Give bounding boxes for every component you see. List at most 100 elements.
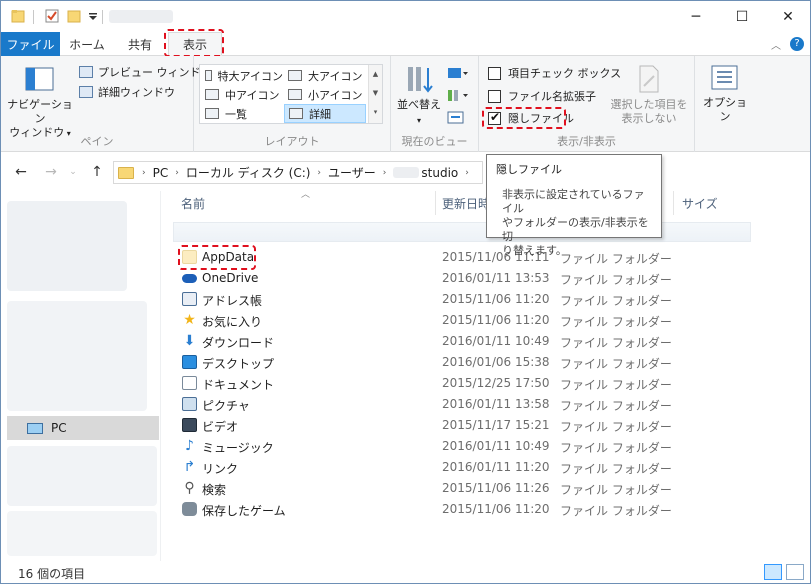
layout-details[interactable]: 詳細 [284, 104, 366, 123]
nav-items-blurred [7, 301, 147, 411]
breadcrumb-separator[interactable]: › [383, 168, 387, 178]
download-arrow-icon: ⬇ [183, 333, 196, 349]
column-divider[interactable] [435, 191, 436, 215]
explorer-window: ─ ☐ ✕ ファイル ホーム 共有 表示 ︿ ? ナビゲーション ウィンドウ ▾… [0, 0, 811, 584]
breadcrumb-user-blurred [393, 167, 420, 178]
file-extensions-label: ファイル名拡張子 [508, 90, 596, 103]
breadcrumb-separator[interactable]: › [465, 168, 469, 178]
minimize-button[interactable]: ─ [673, 1, 719, 32]
forward-arrow-icon[interactable]: → [41, 162, 61, 182]
breadcrumb-user[interactable]: studio [421, 166, 458, 180]
nav-item-pc[interactable]: PC [7, 416, 159, 440]
item-checkboxes-checkbox[interactable] [488, 66, 501, 80]
file-extensions-toggle[interactable]: ファイル名拡張子 [488, 87, 596, 105]
separator [102, 10, 103, 24]
breadcrumb-separator[interactable]: › [142, 168, 146, 178]
medium-icons-icon [205, 89, 219, 100]
file-name: ダウンロード [202, 336, 275, 350]
details-view-toggle-icon[interactable] [764, 564, 782, 580]
sort-by-button[interactable]: 並べ替え ▾ [397, 64, 441, 128]
options-button[interactable]: オプション [698, 64, 752, 124]
layout-item-label: 一覧 [225, 107, 247, 121]
layout-small-icons[interactable]: 小アイコン [284, 85, 366, 104]
documents-icon [182, 376, 197, 390]
breadcrumb-separator[interactable]: › [317, 168, 321, 178]
recent-locations-chevron-icon[interactable]: ⌄ [63, 162, 83, 182]
hidden-items-toggle[interactable]: 隠しファイル [488, 109, 574, 127]
file-row[interactable]: ↱ リンク 2016/01/11 11:20 ファイル フォルダー [173, 457, 672, 478]
group-by-icon[interactable] [447, 66, 469, 82]
navigation-pane-button[interactable]: ナビゲーション ウィンドウ ▾ [7, 66, 73, 141]
close-button[interactable]: ✕ [765, 1, 811, 32]
column-header-modified[interactable]: 更新日時 [442, 191, 487, 215]
new-folder-icon[interactable] [67, 9, 81, 23]
file-row[interactable]: ⚲ 検索 2015/11/06 11:26 ファイル フォルダー [173, 478, 671, 499]
column-header-size[interactable]: サイズ [682, 191, 742, 215]
group-header-blurred [173, 222, 751, 242]
separator [33, 10, 34, 24]
maximize-button[interactable]: ☐ [719, 1, 765, 32]
customize-dropdown-icon[interactable] [88, 9, 98, 23]
file-row[interactable]: ⬇ ダウンロード 2016/01/11 10:49 ファイル フォルダー [173, 331, 672, 352]
breadcrumb-local-disk[interactable]: ローカル ディスク (C:) [186, 164, 311, 181]
hide-selected-label: 選択した項目を [610, 98, 688, 111]
file-name: ビデオ [202, 420, 239, 434]
size-columns-icon[interactable] [447, 110, 465, 126]
column-divider[interactable] [673, 191, 674, 215]
tooltip-body-line: 非表示に設定されているファイル [502, 188, 645, 215]
file-row[interactable]: ピクチャ 2016/01/11 13:58 ファイル フォルダー [173, 394, 672, 415]
layout-item-label: 中アイコン [225, 88, 280, 102]
folder-icon[interactable] [11, 9, 25, 23]
hidden-items-checkbox[interactable] [488, 110, 501, 125]
file-row[interactable]: ★ お気に入り 2015/11/06 11:20 ファイル フォルダー [173, 310, 672, 331]
file-row[interactable]: アドレス帳 2015/11/06 11:20 ファイル フォルダー [173, 289, 672, 310]
tab-home[interactable]: ホーム [64, 32, 110, 56]
group-current-view: 並べ替え ▾ 現在のビュー [391, 56, 479, 152]
details-pane-button[interactable]: 詳細ウィンドウ [79, 83, 175, 101]
file-extensions-checkbox[interactable] [488, 89, 501, 103]
details-pane-label: 詳細ウィンドウ [98, 86, 175, 99]
item-count: 16 個の項目 [18, 567, 86, 581]
layout-list[interactable]: 一覧 [201, 104, 283, 123]
collapse-ribbon-icon[interactable]: ︿ [767, 34, 785, 54]
layout-large-icons[interactable]: 大アイコン [284, 66, 366, 85]
layout-extra-large-icons[interactable]: 特大アイコン [201, 66, 283, 85]
file-type: ファイル フォルダー [560, 399, 672, 413]
onedrive-icon [182, 274, 197, 283]
help-icon[interactable]: ? [790, 37, 804, 51]
file-name: デスクトップ [202, 357, 275, 371]
large-icons-view-toggle-icon[interactable] [786, 564, 804, 580]
address-bar[interactable]: › PC › ローカル ディスク (C:) › ユーザー › studio › [113, 161, 483, 184]
file-row[interactable]: OneDrive 2016/01/11 13:53 ファイル フォルダー [173, 268, 672, 289]
file-row[interactable]: 保存したゲーム 2015/11/06 11:20 ファイル フォルダー [173, 499, 672, 520]
layout-medium-icons[interactable]: 中アイコン [201, 85, 283, 104]
file-row[interactable]: デスクトップ 2016/01/06 15:38 ファイル フォルダー [173, 352, 672, 373]
nav-items-blurred [7, 201, 127, 291]
breadcrumb-separator[interactable]: › [175, 168, 179, 178]
file-name: 検索 [202, 483, 227, 497]
tab-share[interactable]: 共有 [117, 32, 163, 56]
preview-pane-button[interactable]: プレビュー ウィンドウ [79, 63, 212, 81]
file-type: ファイル フォルダー [560, 462, 672, 476]
group-label-show-hide: 表示/非表示 [557, 135, 616, 148]
file-name: ドキュメント [202, 378, 275, 392]
status-bar: 16 個の項目 [1, 561, 810, 583]
properties-check-icon[interactable] [45, 9, 59, 23]
item-checkboxes-toggle[interactable]: 項目チェック ボックス [488, 64, 621, 82]
back-arrow-icon[interactable]: ← [11, 162, 31, 182]
file-row[interactable]: ビデオ 2015/11/17 15:21 ファイル フォルダー [173, 415, 672, 436]
file-row[interactable]: ♪ ミュージック 2016/01/11 10:49 ファイル フォルダー [173, 436, 672, 457]
column-header-name[interactable]: 名前 [181, 191, 431, 215]
up-arrow-icon[interactable]: ↑ [87, 162, 107, 182]
tab-view[interactable]: 表示 [168, 32, 222, 56]
saved-games-icon [182, 502, 197, 516]
tab-file[interactable]: ファイル [1, 32, 60, 56]
file-modified-date: 2015/11/06 11:20 [442, 292, 550, 306]
navigation-pane [1, 191, 161, 561]
add-columns-icon[interactable] [447, 88, 469, 104]
breadcrumb-users[interactable]: ユーザー [328, 164, 376, 181]
hide-selected-items-button[interactable]: 選択した項目を 表示しない [609, 64, 689, 126]
layout-gallery-scroll[interactable]: ▲ ▼ ▾ [368, 65, 382, 123]
breadcrumb-pc[interactable]: PC [153, 166, 169, 180]
file-row[interactable]: ドキュメント 2015/12/25 17:50 ファイル フォルダー [173, 373, 672, 394]
